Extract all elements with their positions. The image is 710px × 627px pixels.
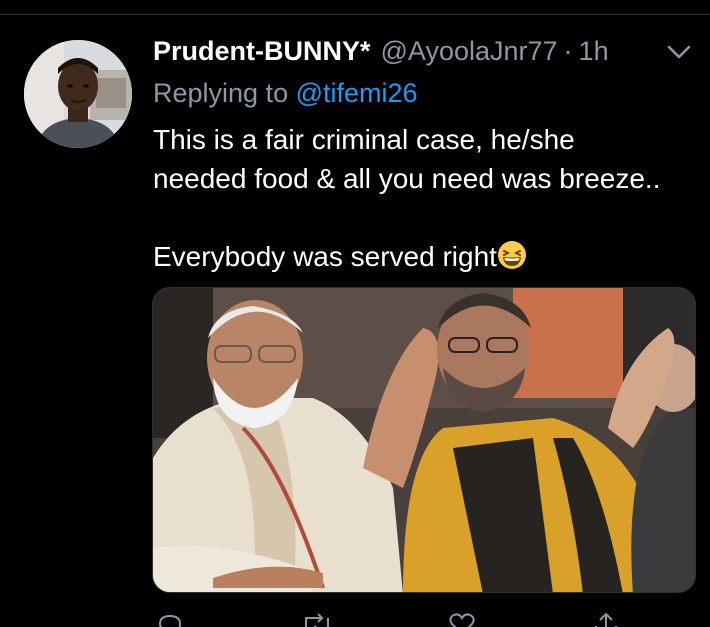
tweet-text: This is a fair criminal case, he/she nee… [153, 120, 698, 276]
tweet-photo[interactable] [152, 287, 696, 593]
reply-mention-link[interactable]: @tifemi26 [296, 78, 418, 108]
tweet-text-line: This is a fair criminal case, he/she [153, 124, 575, 155]
photo-image [153, 288, 695, 592]
tweet-text-line: needed food & all you need was breeze.. [153, 163, 661, 194]
avatar[interactable] [24, 40, 132, 148]
chevron-down-icon[interactable] [664, 40, 694, 64]
timestamp[interactable]: 1h [579, 36, 609, 67]
tweet-text-line: Everybody was served right [153, 241, 497, 272]
replying-to: Replying to @tifemi26 [153, 78, 418, 109]
avatar-image [24, 40, 132, 148]
retweet-icon[interactable] [300, 612, 334, 627]
user-handle[interactable]: @AyoolaJnr77 [381, 36, 558, 67]
text-spacer [153, 198, 698, 237]
tweet-text-line-with-emoji: Everybody was served right [153, 237, 698, 276]
reply-icon[interactable] [156, 612, 184, 627]
tweet-header: Prudent-BUNNY* @AyoolaJnr77 · 1h [153, 36, 609, 70]
separator-dot: · [563, 36, 573, 66]
reply-prefix: Replying to [153, 78, 289, 108]
action-bar [152, 606, 696, 627]
top-divider [0, 14, 710, 15]
share-icon[interactable] [592, 612, 620, 627]
grinning-squinting-face-emoji-icon [497, 240, 527, 270]
display-name[interactable]: Prudent-BUNNY* [153, 36, 371, 67]
like-icon[interactable] [448, 612, 476, 627]
